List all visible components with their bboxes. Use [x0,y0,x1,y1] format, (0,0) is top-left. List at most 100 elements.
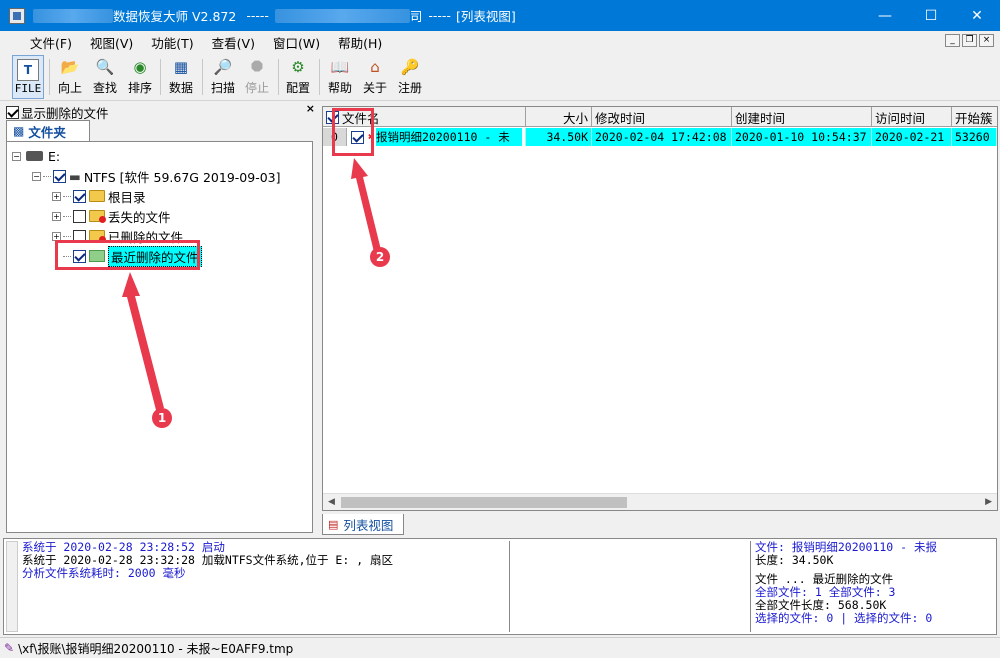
config-button[interactable]: ⚙ 配置 [283,55,313,99]
menu-look[interactable]: 查看(V) [203,33,264,52]
column-header-created[interactable]: 创建时间 [732,107,872,127]
menu-view[interactable]: 视图(V) [81,33,142,52]
scan-icon: 🔎 [213,58,233,76]
find-button[interactable]: 🔍 查找 [90,55,120,99]
scroll-thumb[interactable] [341,497,627,508]
help-button[interactable]: 📖 帮助 [325,55,355,99]
log-line: 分析文件系统耗时: 2000 毫秒 [22,566,186,580]
file-info-panel: 文件: 报销明细20200110 - 未报 长度: 34.50K 文件 ... … [753,541,995,632]
up-button[interactable]: 📂 向上 [55,55,85,99]
column-header-modified[interactable]: 修改时间 [592,107,732,127]
maximize-button[interactable]: ☐ [908,0,954,31]
file-modified: 2020-02-04 17:42:08 [592,128,732,146]
window-title-prefix: 数据恢复大师 V2.872 [113,9,237,24]
menu-window[interactable]: 窗口(W) [264,33,329,52]
lost-label: 丢失的文件 [108,209,171,225]
toolbar: T FILE 📂 向上 🔍 查找 ◉ 排序 ▦ 数据 🔎 扫描 ⯃ 停止 ⚙ 配… [0,53,1000,101]
log-messages: 系统于 2020-02-28 23:28:52 启动 系统于 2020-02-2… [20,541,510,632]
column-header-start[interactable]: 开始簇 [952,107,997,127]
close-button[interactable]: ✕ [954,0,1000,31]
title-bar: 数据恢复大师 V2.872 ----- 司 ----- [列表视图] — ☐ ✕ [0,0,1000,31]
menu-help[interactable]: 帮助(H) [329,33,391,52]
log-panel: 系统于 2020-02-28 23:28:52 启动 系统于 2020-02-2… [3,538,997,635]
app-icon [9,7,25,24]
file-accessed: 2020-02-21 [872,128,952,146]
folder-tree: − E: − ▬ NTFS [软件 59.67G 2019-09-03] + 根… [6,141,313,533]
expand-icon[interactable]: + [52,191,61,201]
scan-button[interactable]: 🔎 扫描 [208,55,238,99]
stop-button[interactable]: ⯃ 停止 [242,55,272,99]
lost-checkbox[interactable] [73,209,86,223]
partition-checkbox[interactable] [53,169,66,183]
lost-folder-icon [89,210,106,223]
folder-up-icon: 📂 [60,58,80,76]
drive-icon [26,151,43,161]
register-button[interactable]: 🔑 注册 [395,55,425,99]
collapse-icon[interactable]: − [12,151,21,161]
file-mode-button[interactable]: T FILE [12,55,44,99]
status-file-icon: ✎ [4,641,15,655]
file-start-cluster: 53260 [952,128,997,146]
partition-label: NTFS [软件 59.67G 2019-09-03] [83,169,281,185]
log-gutter [6,541,18,632]
file-list: 文件名 大小 修改时间 创建时间 访问时间 开始簇 0 ✖ 报销明细202001… [322,106,998,511]
redacted-company [274,8,410,23]
status-path: \xf\报账\报销明细20200110 - 未报~E0AFF9.tmp [18,641,294,656]
register-label: 注册 [397,81,422,95]
menu-file[interactable]: 文件(F) [21,33,81,52]
tree-item-partition[interactable]: − ▬ NTFS [软件 59.67G 2019-09-03] [32,167,281,185]
tree-item-lost[interactable]: + 丢失的文件 [52,207,171,225]
tree-item-root[interactable]: + 根目录 [52,187,146,205]
info-selected: 选择的文件: 0 | 选择的文件: 0 [755,611,933,625]
sort-label: 排序 [127,81,152,95]
info-length: 长度: 34.50K [755,553,834,567]
expand-icon[interactable]: + [52,211,61,221]
up-label: 向上 [57,81,82,95]
sort-button[interactable]: ◉ 排序 [125,55,155,99]
key-icon: 🔑 [400,58,420,76]
title-separator: ----- [246,8,269,23]
tab-folders[interactable]: ▩ 文件夹 [6,120,90,141]
menu-function[interactable]: 功能(T) [142,33,202,52]
file-name: 报销明细20200110 - 未 [376,128,522,146]
table-row[interactable]: 0 ✖ 报销明细20200110 - 未 34.50K 2020-02-04 1… [323,128,997,146]
column-header-size[interactable]: 大小 [526,107,592,127]
help-book-icon: 📖 [330,58,350,76]
about-button[interactable]: ⌂ 关于 [360,55,390,99]
stop-label: 停止 [244,81,269,95]
drive-label: E: [48,148,61,164]
file-created: 2020-01-10 10:54:37 [732,128,872,146]
about-house-icon: ⌂ [370,58,380,76]
root-checkbox[interactable] [73,189,86,203]
mdi-minimize-button[interactable]: _ [945,34,960,47]
disk-icon: ▬ [69,168,81,184]
data-button[interactable]: ▦ 数据 [166,55,196,99]
folder-tab-label: 文件夹 [28,124,66,140]
file-list-header: 文件名 大小 修改时间 创建时间 访问时间 开始簇 [323,107,997,127]
log-middle-panel [511,541,751,632]
mdi-restore-button[interactable]: ❐ [962,34,977,47]
stop-icon: ⯃ [250,58,263,76]
show-deleted-checkbox[interactable] [6,106,19,119]
tab-list-view[interactable]: ▤ 列表视图 [322,514,404,535]
minimize-button[interactable]: — [862,0,908,31]
redacted-app-name [33,8,113,23]
file-icon: T [17,59,39,81]
annotation-badge-2: 2 [370,247,390,267]
data-label: 数据 [168,81,193,95]
scroll-left-icon[interactable]: ◀ [328,497,335,507]
collapse-icon[interactable]: − [32,171,41,181]
horizontal-scrollbar[interactable]: ◀ ▶ [323,493,997,510]
help-label: 帮助 [327,81,352,95]
scroll-right-icon[interactable]: ▶ [985,497,992,507]
database-icon: ▦ [173,58,189,76]
folder-icon [89,190,105,202]
column-header-accessed[interactable]: 访问时间 [872,107,952,127]
root-label: 根目录 [108,189,146,205]
pane-close-icon[interactable]: × [306,102,315,115]
mdi-close-button[interactable]: × [979,34,994,47]
list-view-icon: ▤ [328,517,339,531]
binoculars-icon: 🔍 [95,58,115,76]
config-label: 配置 [285,81,310,95]
tree-item-drive[interactable]: − E: [12,147,60,165]
